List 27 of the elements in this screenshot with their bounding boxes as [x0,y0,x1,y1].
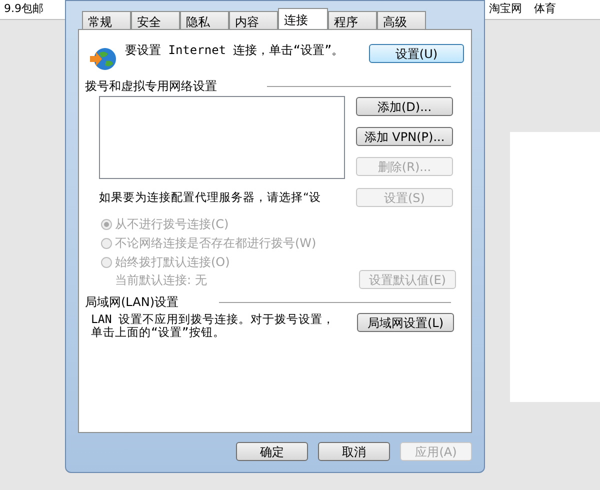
lan-text: LAN 设置不应用到拨号连接。对于拨号设置，单击上面的“设置”按钮。 [91,313,336,339]
intro-text: 要设置 Internet 连接，单击“设置”。 [125,44,345,57]
setup-button[interactable]: 设置(U) [369,44,464,63]
tab[interactable]: 连接 [278,8,328,29]
tab[interactable]: 高级 [377,11,426,29]
section-heading: 拨号和虚拟专用网络设置 [85,78,217,95]
browser-tab[interactable]: 9.9包邮 [4,1,44,18]
proxy-text: 如果要为连接配置代理服务器，请选择“设 [99,188,322,206]
section-heading: 局域网(LAN)设置 [85,294,179,311]
connection-list[interactable] [99,96,345,179]
radio-label: 从不进行拨号连接(C) [115,216,229,233]
current-default-text: 当前默认连接: 无 [115,272,208,288]
radio-label: 始终拨打默认连接(O) [115,254,230,271]
radio-label: 不论网络连接是否存在都进行拨号(W) [115,235,316,252]
browser-tab[interactable]: 淘宝网 [489,1,522,18]
tab[interactable]: 内容 [229,11,278,29]
browser-tab[interactable]: 体育 [534,1,556,18]
tab[interactable]: 程序 [328,11,377,29]
dialup-button[interactable]: 添加 VPN(P)... [356,127,453,146]
globe-icon [89,46,117,72]
tab[interactable]: 安全 [131,11,180,29]
dialog-button[interactable]: 取消 [318,442,390,461]
lan-settings-button[interactable]: 局域网设置(L) [357,313,454,332]
tab[interactable]: 常规 [82,11,131,29]
dialog-button[interactable]: 确定 [236,442,308,461]
tab[interactable]: 隐私 [180,11,229,29]
dialup-button[interactable]: 添加(D)... [356,97,453,116]
